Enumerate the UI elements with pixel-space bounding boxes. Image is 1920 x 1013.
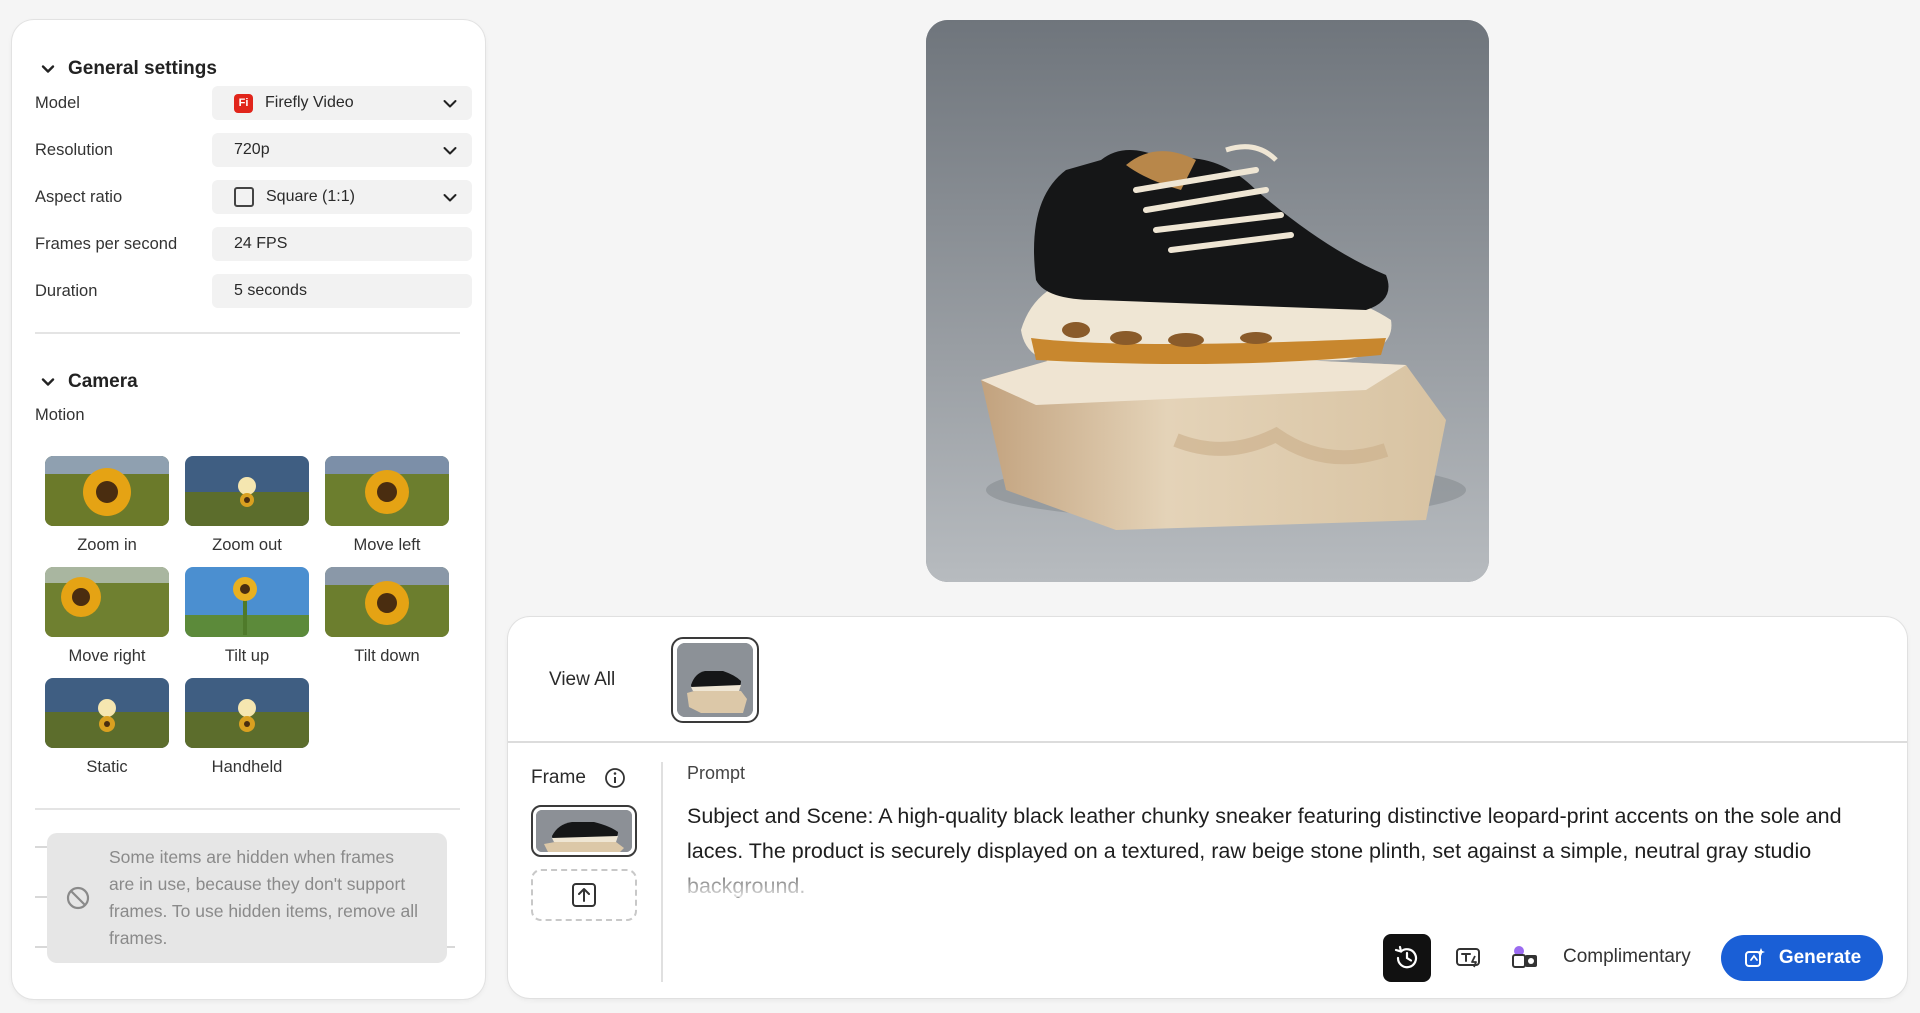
square-ratio-icon — [234, 187, 254, 207]
frame-header: Frame — [531, 767, 626, 789]
sneaker-thumbnail-image — [677, 643, 753, 717]
sunflower-thumbnail — [185, 456, 309, 526]
history-icon — [1394, 945, 1418, 969]
blocked-icon — [66, 886, 90, 910]
chevron-down-icon — [443, 194, 457, 202]
motion-label-text: Tilt down — [354, 647, 420, 665]
frame-image-thumbnail[interactable] — [531, 805, 637, 857]
motion-move-right[interactable]: Move right — [45, 567, 169, 666]
resolution-label: Resolution — [35, 140, 113, 159]
sneaker-frame-graphic — [536, 810, 632, 852]
fps-label: Frames per second — [35, 234, 178, 253]
motion-label-text: Tilt up — [224, 647, 270, 665]
model-value: Firefly Video — [265, 94, 354, 111]
history-button[interactable] — [1383, 934, 1431, 982]
motion-label-text: Zoom out — [212, 536, 282, 554]
prompt-fade-overlay — [678, 857, 1888, 897]
duration-value: 5 seconds — [234, 282, 307, 299]
sneaker-thumbnail — [677, 643, 753, 717]
generate-label: Generate — [1778, 947, 1862, 968]
aspect-ratio-value: Square (1:1) — [266, 188, 355, 205]
sunflower-thumbnail — [45, 456, 169, 526]
generate-button[interactable]: Generate — [1721, 935, 1883, 981]
divider — [35, 332, 460, 334]
sunflower-thumbnail — [325, 456, 449, 526]
camera-header[interactable]: Camera — [40, 371, 138, 393]
sunflower-thumbnail — [45, 567, 169, 637]
prompt-panel: View All Frame Prompt Subject and Scene:… — [508, 617, 1907, 998]
aspect-ratio-row: Aspect ratio Square (1:1) — [35, 180, 472, 214]
vertical-divider — [661, 762, 663, 982]
motion-label-text: Move left — [353, 536, 421, 554]
motion-zoom-out[interactable]: Zoom out — [185, 456, 309, 555]
generated-video-thumbnail[interactable] — [671, 637, 759, 723]
divider — [35, 808, 460, 810]
chevron-down-icon — [443, 100, 457, 108]
chevron-down-icon — [443, 147, 457, 155]
sunflower-thumbnail — [185, 567, 309, 637]
motion-label-text: Zoom in — [77, 536, 137, 554]
model-row: Model Fi Firefly Video — [35, 86, 472, 120]
info-icon[interactable] — [604, 767, 626, 789]
firefly-logo-icon: Fi — [234, 93, 253, 113]
generate-sparkle-icon — [1744, 948, 1765, 967]
model-label: Model — [35, 93, 80, 112]
settings-panel: General settings Model Fi Firefly Video … — [12, 20, 485, 999]
text-style-icon[interactable] — [1453, 942, 1485, 974]
motion-tilt-up[interactable]: Tilt up — [185, 567, 309, 666]
fps-value: 24 FPS — [234, 235, 288, 252]
motion-label-text: Handheld — [211, 758, 283, 776]
motion-label-text: Static — [86, 758, 128, 776]
aspect-ratio-label: Aspect ratio — [35, 187, 123, 206]
resolution-row: Resolution 720p — [35, 133, 472, 167]
motion-tilt-down[interactable]: Tilt down — [325, 567, 449, 666]
divider — [508, 741, 1907, 743]
upload-frame-button[interactable] — [531, 869, 637, 921]
resolution-value: 720p — [234, 141, 270, 158]
sunflower-thumbnail — [45, 678, 169, 748]
upload-icon — [572, 883, 596, 907]
aspect-ratio-select[interactable]: Square (1:1) — [212, 180, 472, 214]
motion-label: Motion — [35, 406, 85, 424]
sunflower-thumbnail — [325, 567, 449, 637]
sneaker-product-image — [926, 20, 1489, 582]
style-reference-icon[interactable] — [1509, 942, 1541, 974]
credits-status: Complimentary — [1563, 946, 1691, 967]
sneaker-frame-image — [536, 810, 632, 852]
general-settings-title: General settings — [68, 58, 217, 79]
frame-label: Frame — [531, 767, 586, 788]
prompt-label: Prompt — [687, 763, 746, 783]
duration-field[interactable]: 5 seconds — [212, 274, 472, 308]
duration-label: Duration — [35, 281, 98, 300]
text-effects-icon — [1456, 948, 1480, 968]
fps-row: Frames per second 24 FPS — [35, 227, 472, 261]
motion-label-text: Move right — [68, 647, 146, 665]
style-presets-icon — [1512, 946, 1537, 968]
hidden-items-notice: Some items are hidden when frames are in… — [47, 833, 447, 963]
fps-field[interactable]: 24 FPS — [212, 227, 472, 261]
duration-row: Duration 5 seconds — [35, 274, 472, 308]
notice-text: Some items are hidden when frames are in… — [109, 847, 418, 948]
camera-title: Camera — [68, 371, 138, 392]
model-select[interactable]: Fi Firefly Video — [212, 86, 472, 120]
chevron-down-icon — [41, 378, 55, 386]
sunflower-thumbnail — [185, 678, 309, 748]
general-settings-header[interactable]: General settings — [40, 58, 217, 80]
generated-preview-image — [926, 20, 1489, 582]
resolution-select[interactable]: 720p — [212, 133, 472, 167]
view-all-button[interactable]: View All — [549, 669, 615, 691]
motion-static[interactable]: Static — [45, 678, 169, 777]
chevron-down-icon — [41, 65, 55, 73]
motion-handheld[interactable]: Handheld — [185, 678, 309, 777]
motion-zoom-in[interactable]: Zoom in — [45, 456, 169, 555]
motion-move-left[interactable]: Move left — [325, 456, 449, 555]
